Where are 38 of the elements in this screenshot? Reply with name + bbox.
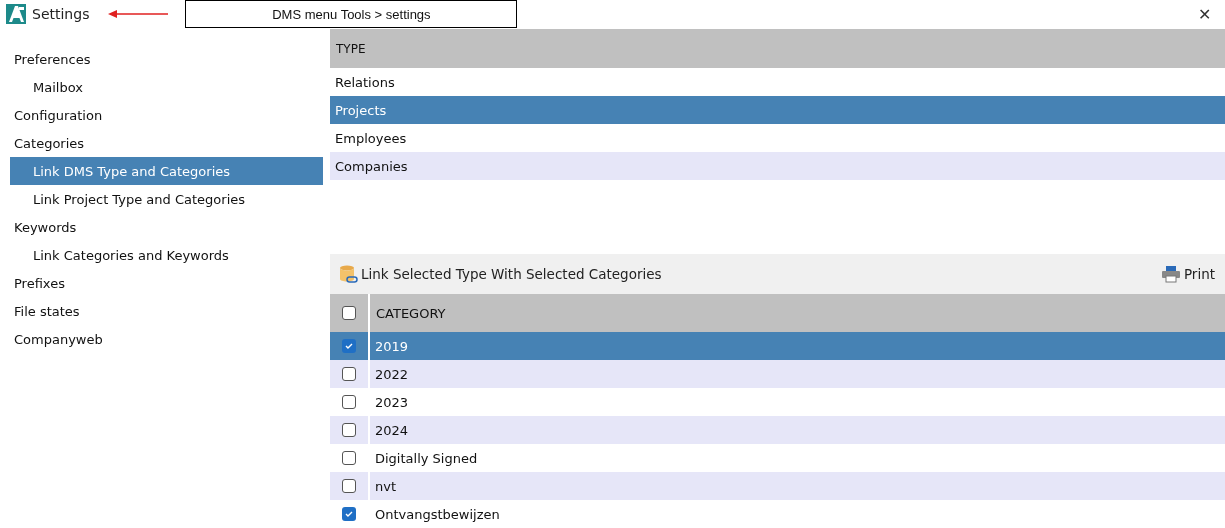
annotation-callout: DMS menu Tools > settings <box>185 0 518 28</box>
sidebar-item[interactable]: Prefixes <box>10 269 323 297</box>
sidebar-item[interactable]: Configuration <box>10 101 323 129</box>
sidebar-item[interactable]: Companyweb <box>10 325 323 353</box>
sidebar-item[interactable]: Keywords <box>10 213 323 241</box>
checkbox[interactable] <box>342 367 356 381</box>
tick-icon <box>344 509 354 519</box>
sidebar-item[interactable]: Link DMS Type and Categories <box>10 157 323 185</box>
sidebar-item[interactable]: Preferences <box>10 45 323 73</box>
category-row[interactable]: 2022 <box>330 360 1225 388</box>
category-row[interactable]: 2019 <box>330 332 1225 360</box>
category-row[interactable]: nvt <box>330 472 1225 500</box>
sidebar-item[interactable]: File states <box>10 297 323 325</box>
checkbox[interactable] <box>342 507 356 521</box>
column-header: CATEGORY <box>330 294 1225 332</box>
type-row[interactable]: Companies <box>330 152 1225 180</box>
tick-icon <box>344 341 354 351</box>
database-link-icon <box>338 264 358 284</box>
checkbox[interactable] <box>342 423 356 437</box>
printer-icon <box>1160 265 1181 283</box>
checkbox[interactable] <box>342 451 356 465</box>
sidebar-item[interactable]: Mailbox <box>10 73 323 101</box>
link-button[interactable]: Link Selected Type With Selected Categories <box>338 264 662 284</box>
checkbox[interactable] <box>342 339 356 353</box>
annotation-arrow <box>107 9 170 19</box>
print-button[interactable]: Print <box>1160 265 1215 283</box>
checkbox[interactable] <box>342 395 356 409</box>
sidebar-item[interactable]: Link Project Type and Categories <box>10 185 323 213</box>
select-all-checkbox[interactable] <box>342 306 356 320</box>
app-logo-icon <box>6 4 26 24</box>
type-row[interactable]: Projects <box>330 96 1225 124</box>
sidebar-item[interactable]: Link Categories and Keywords <box>10 241 323 269</box>
category-row[interactable]: 2024 <box>330 416 1225 444</box>
window-title: Settings <box>32 6 90 22</box>
sidebar-item[interactable]: Categories <box>10 129 323 157</box>
column-header: TYPE <box>330 29 1225 68</box>
close-button[interactable]: ✕ <box>1190 4 1219 24</box>
checkbox[interactable] <box>342 479 356 493</box>
